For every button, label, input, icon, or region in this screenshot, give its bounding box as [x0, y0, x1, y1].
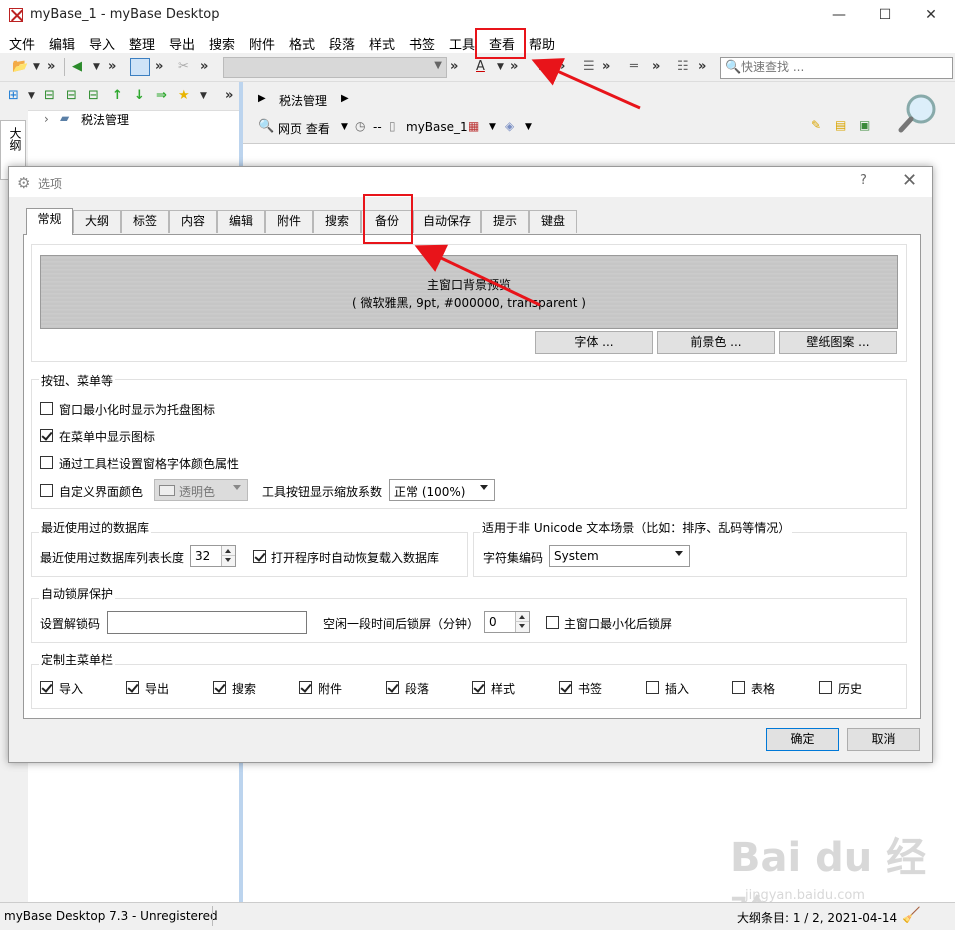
arrow-to-backup-tab	[414, 244, 541, 307]
arrow-to-view-menu	[531, 58, 641, 110]
tab-general[interactable]: 常规	[26, 208, 73, 235]
annotation-arrows	[414, 58, 641, 307]
